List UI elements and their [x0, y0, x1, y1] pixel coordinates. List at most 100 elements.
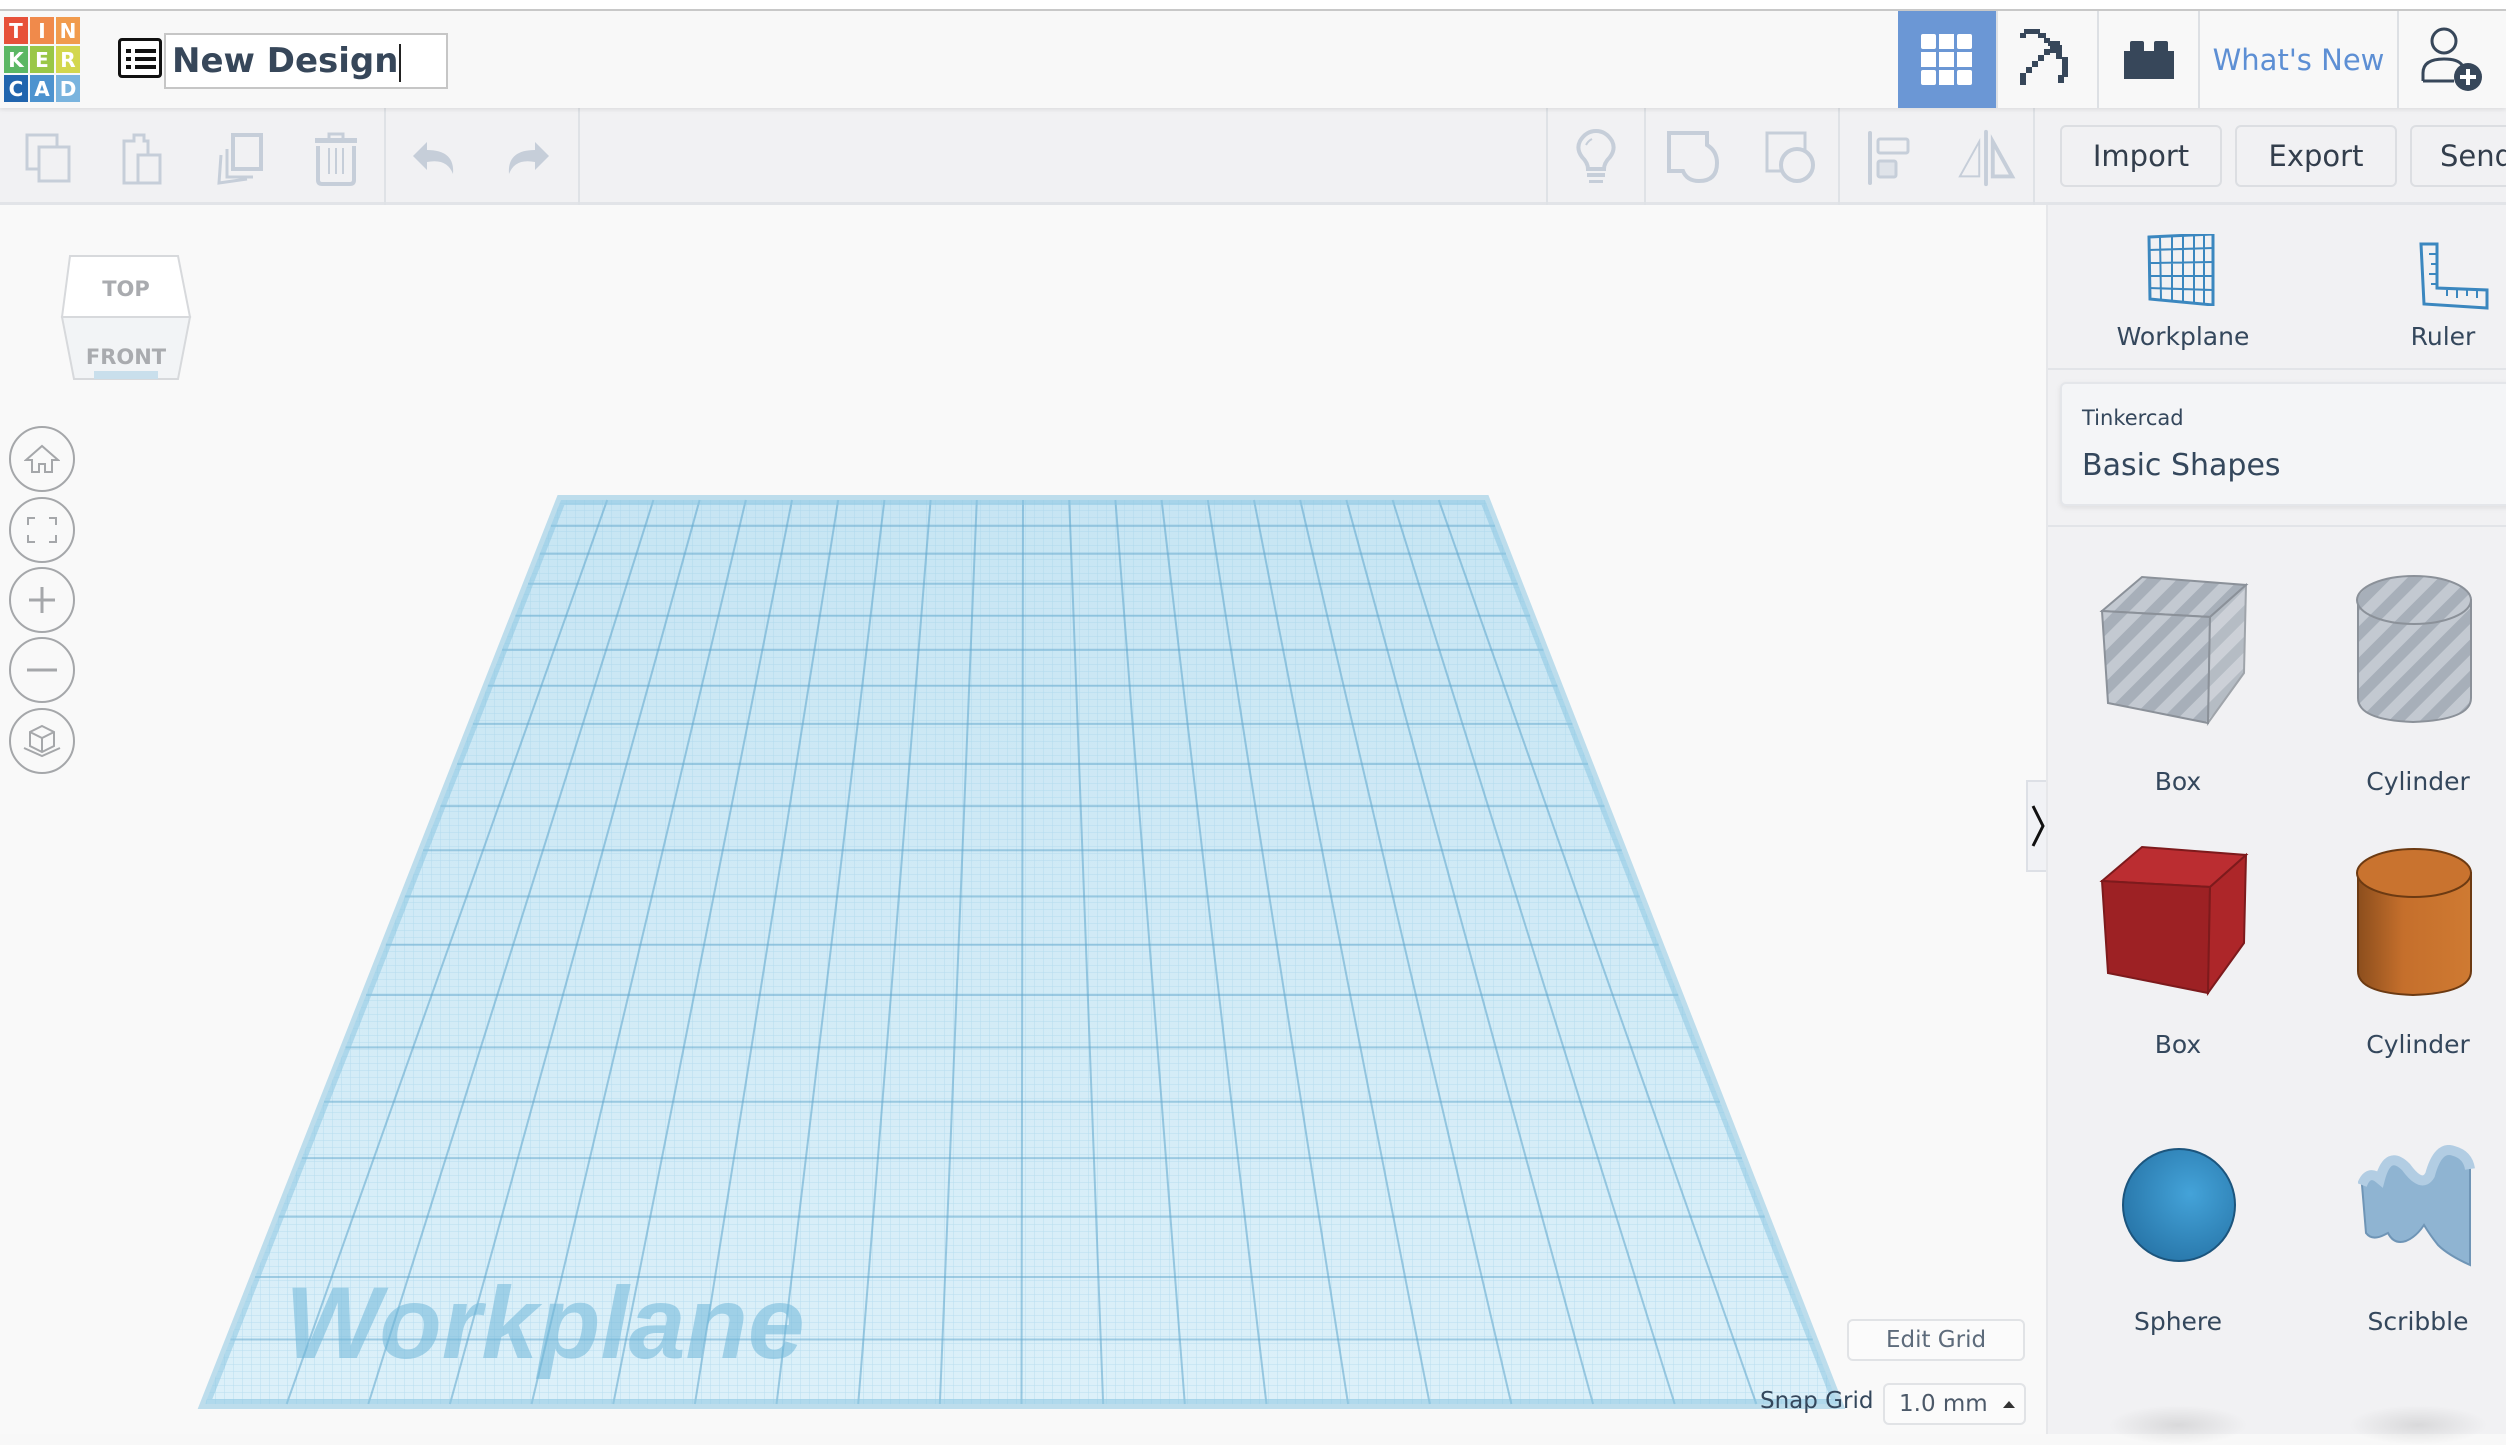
panel-tool-workplane[interactable]: Workplane	[2108, 230, 2258, 355]
toolbar-divider	[1546, 108, 1548, 205]
paste-icon	[122, 133, 162, 185]
fit-view-button[interactable]	[9, 497, 75, 563]
panel-tool-ruler[interactable]: Ruler	[2383, 230, 2506, 355]
zoom-out-button[interactable]	[9, 637, 75, 703]
zoom-out-icon	[27, 668, 57, 672]
notes-button[interactable]	[1566, 128, 1626, 188]
shape-label: Box	[2154, 767, 2202, 796]
edit-grid-label: Edit Grid	[1885, 1327, 1987, 1353]
undo-button[interactable]	[404, 128, 464, 188]
toolbar-divider	[1644, 108, 1646, 205]
logo-letter: N	[56, 17, 80, 44]
text-cursor	[399, 43, 402, 82]
shape-label: Cylinder	[2366, 767, 2470, 796]
panel-tool-label: Workplane	[2116, 322, 2250, 351]
import-label: Import	[2092, 139, 2190, 173]
export-label: Export	[2268, 139, 2364, 173]
shape-tile[interactable]: Cylinder	[2318, 545, 2506, 796]
send-to-button[interactable]: Send	[2410, 125, 2506, 187]
shapes-panel: Workplane Ruler Tinkercad Basic Shapes B…	[2046, 205, 2506, 1445]
panel-divider	[2048, 368, 2506, 370]
brick-icon	[2123, 40, 2174, 79]
logo-letter: D	[56, 75, 80, 102]
sphere-icon	[2122, 1148, 2236, 1262]
design-list-button[interactable]	[118, 38, 162, 78]
delete-button[interactable]	[306, 128, 366, 188]
duplicate-icon	[217, 133, 263, 185]
shape-category-select[interactable]: Tinkercad Basic Shapes	[2060, 382, 2506, 506]
category-name: Basic Shapes	[2082, 448, 2281, 483]
paste-button[interactable]	[112, 128, 172, 188]
design-title-input[interactable]: New Design	[164, 33, 448, 89]
edit-grid-button[interactable]: Edit Grid	[1847, 1319, 2025, 1361]
view-cube-top[interactable]: TOP	[58, 277, 194, 301]
caret-up-icon	[2002, 1401, 2015, 1408]
ungroup-icon	[1765, 131, 1815, 183]
chevron-right-icon	[2031, 805, 2045, 847]
tinkercad-logo[interactable]: T I N K E R C A D	[4, 17, 80, 103]
toolbar-divider	[384, 108, 386, 205]
duplicate-button[interactable]	[210, 128, 270, 188]
home-icon	[24, 444, 60, 473]
ortho-view-button[interactable]	[9, 708, 75, 774]
shape-label: Box	[2154, 1030, 2202, 1059]
ungroup-button[interactable]	[1762, 128, 1822, 188]
shape-tile[interactable]: Sphere	[2078, 1105, 2278, 1355]
view-cube[interactable]: TOP FRONT	[58, 253, 194, 381]
toolbar-divider	[578, 108, 580, 205]
box-icon	[2099, 845, 2249, 997]
logo-letter: A	[30, 75, 54, 102]
workplane-grid[interactable]: Workplane	[0, 205, 2046, 1434]
shape-label: Cylinder	[2366, 1030, 2470, 1059]
3d-viewport[interactable]: Workplane TOP FRONT Edit Grid Snap Grid …	[0, 205, 2046, 1434]
snap-grid-label: Snap Grid	[1760, 1388, 1874, 1414]
shape-tile[interactable]: Cylinder	[2318, 825, 2506, 1075]
ruler-icon	[2419, 242, 2489, 310]
logo-letter: R	[56, 46, 80, 73]
snap-grid-value: 1.0 mm	[1899, 1391, 1988, 1417]
logo-letter: E	[30, 46, 54, 73]
add-user-button[interactable]	[2397, 11, 2506, 108]
toolbar-divider	[1838, 108, 1840, 205]
shape-label: Scribble	[2367, 1307, 2469, 1336]
workplane-icon	[2147, 234, 2215, 306]
add-user-icon	[2421, 27, 2482, 91]
redo-button[interactable]	[498, 128, 558, 188]
view-cube-front[interactable]: FRONT	[58, 345, 194, 369]
logo-letter: K	[4, 46, 28, 73]
hole-cylinder-icon	[2356, 575, 2472, 724]
group-icon	[1667, 131, 1720, 184]
shape-label: Sphere	[2133, 1307, 2223, 1336]
logo-letter: T	[4, 17, 28, 44]
whats-new-link[interactable]: What's New	[2198, 11, 2397, 108]
blocks-view-button[interactable]	[1996, 11, 2097, 108]
edit-toolbar: Import Export Send	[0, 108, 2506, 205]
copy-button[interactable]	[18, 128, 78, 188]
zoom-in-button[interactable]	[9, 567, 75, 633]
collapse-panel-button[interactable]	[2026, 780, 2046, 872]
mirror-button[interactable]	[1956, 128, 2016, 188]
bricks-view-button[interactable]	[2097, 11, 2198, 108]
redo-icon	[508, 142, 549, 174]
group-button[interactable]	[1664, 128, 1724, 188]
shape-tile[interactable]: Scribble	[2318, 1105, 2506, 1355]
shape-tile-partial	[2108, 1405, 2248, 1445]
grid-icon	[1921, 33, 1972, 85]
toolbar-divider	[2033, 108, 2035, 205]
zoom-in-icon	[29, 587, 55, 613]
hole-box-icon	[2099, 575, 2249, 727]
export-button[interactable]: Export	[2235, 125, 2397, 187]
logo-letter: I	[30, 17, 54, 44]
home-view-button[interactable]	[9, 426, 75, 492]
undo-icon	[413, 142, 454, 174]
3d-design-view-button[interactable]	[1898, 11, 1996, 108]
import-button[interactable]: Import	[2060, 125, 2222, 187]
category-source: Tinkercad	[2082, 406, 2184, 430]
snap-grid-select[interactable]: 1.0 mm	[1883, 1383, 2026, 1425]
shape-tile[interactable]: Box	[2078, 545, 2278, 796]
align-button[interactable]	[1858, 128, 1918, 188]
logo-letter: C	[4, 75, 28, 102]
panel-divider	[2048, 525, 2506, 527]
pickaxe-icon	[2019, 28, 2068, 85]
shape-tile[interactable]: Box	[2078, 825, 2278, 1075]
